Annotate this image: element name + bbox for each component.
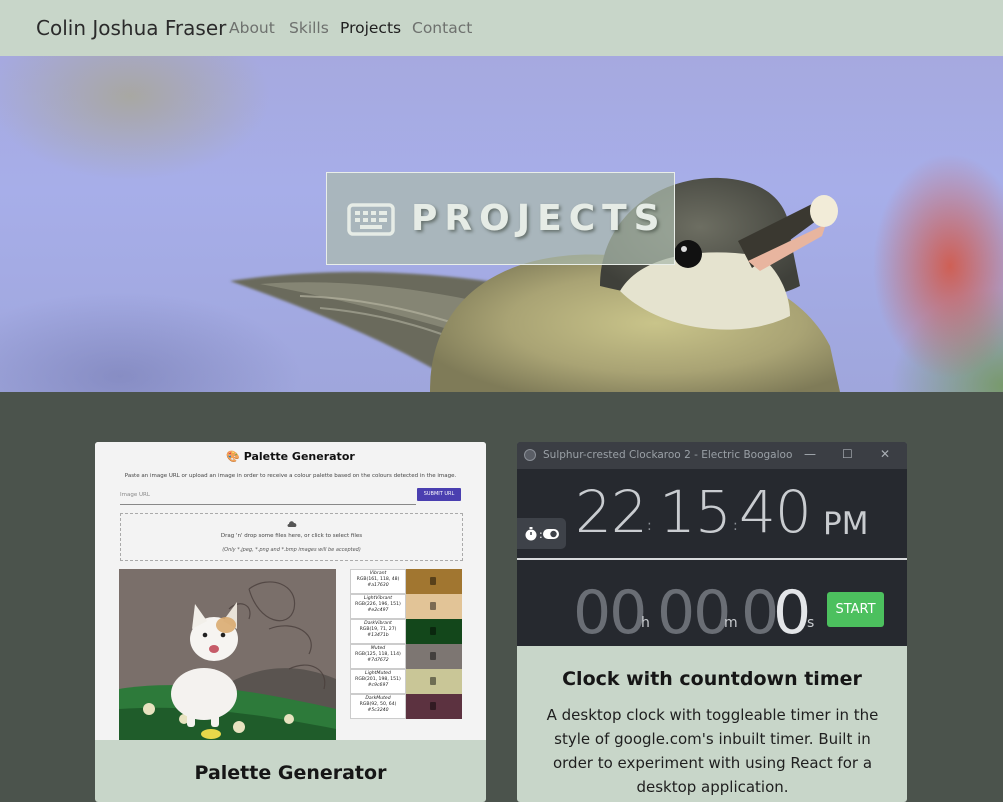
clock-app-screenshot: Sulphur-crested Clockaroo 2 - Electric B… [517,442,907,648]
app-icon [524,449,536,461]
palette-swatch: DarkMuted RGB(92, 50, 64) #5c3240 [350,694,462,719]
clock-minutes: 15 [659,478,732,546]
page-title: PROJECTS [411,198,667,239]
copy-icon [406,669,462,694]
stopwatch-icon [525,527,537,541]
upload-cloud-icon [287,521,297,527]
copy-icon [406,594,462,619]
palette-screenshot-submit-button: SUBMIT URL [417,488,461,501]
timer-seconds-unit: s [807,615,815,631]
cat-photo [119,569,336,740]
project-card-clock[interactable]: Sulphur-crested Clockaroo 2 - Electric B… [517,442,907,802]
card-description: A desktop clock with toggleable timer in… [546,706,879,796]
maximize-icon: ☐ [842,447,853,461]
palette-swatch: LightVibrant RGB(226, 196, 151) #e2c497 [350,594,462,619]
toggle-icon [543,529,559,539]
copy-icon [406,619,462,644]
copy-icon [406,694,462,719]
palette-swatch: Muted RGB(125, 118, 114) #7d7672 [350,644,462,669]
palette-screenshot-intro: Paste an image URL or upload an image in… [124,473,457,479]
palette-screenshot-url-input: Image URL [120,492,416,505]
card-title[interactable]: Palette Generator [95,762,486,784]
nav-link-skills[interactable]: Skills [289,19,329,37]
timer-hours-unit: h [641,615,650,631]
hero-banner: PROJECTS [0,56,1003,392]
timer-hours: 00 [573,578,647,648]
close-icon: ✕ [880,447,891,461]
timer-minutes-unit: m [724,615,738,631]
card-title[interactable]: Clock with countdown timer [517,668,907,690]
palette-swatch: DarkVibrant RGB(19, 71, 27) #13471b [350,619,462,644]
copy-icon [406,644,462,669]
palette-screenshot-drop-text: Drag 'n' drop some files here, or click … [220,533,363,539]
hero-title-box: PROJECTS [326,172,675,265]
nav-link-contact[interactable]: Contact [412,19,472,37]
palette-swatch: LightMuted RGB(201, 198, 151) #c9c697 [350,669,462,694]
palette-icon: 🎨 [226,450,244,463]
minimize-icon: — [804,447,816,461]
window-title: Sulphur-crested Clockaroo 2 - Electric B… [543,449,793,461]
timer-minutes: 00 [657,578,731,648]
copy-icon [406,569,462,594]
clock-hours: 22 [575,478,648,546]
clock-seconds: 40 [739,478,812,546]
palette-swatch: Vibrant RGB(161, 118, 48) #a17630 [350,569,462,594]
palette-screenshot-heading: 🎨 Palette Generator [226,450,355,463]
clock-separator: : [733,518,738,534]
palette-screenshot-drop-note: (Only *.jpeg, *.png and *.bmp images wil… [222,547,361,553]
timer-seconds-tens: 0 [741,578,779,648]
palette-screenshot-dropzone: Drag 'n' drop some files here, or click … [120,513,463,561]
keyboard-icon [347,203,395,236]
clock-divider [517,558,907,560]
navbar: Colin Joshua Fraser About Skills Project… [0,0,1003,56]
brand-link[interactable]: Colin Joshua Fraser [36,16,226,40]
timer-start-button: START [827,592,884,627]
nav-link-projects[interactable]: Projects [340,19,401,37]
svg-text::: : [539,528,543,541]
palette-generator-screenshot: 🎨 Palette Generator Paste an image URL o… [95,442,486,740]
project-card-palette-generator[interactable]: 🎨 Palette Generator Paste an image URL o… [95,442,486,802]
clock-separator: : [647,518,652,534]
window-titlebar: Sulphur-crested Clockaroo 2 - Electric B… [517,442,907,469]
timer-toggle: : [517,518,566,549]
nav-link-about[interactable]: About [229,19,275,37]
timer-seconds-ones: 0 [773,578,811,648]
clock-meridiem: PM [823,506,869,542]
